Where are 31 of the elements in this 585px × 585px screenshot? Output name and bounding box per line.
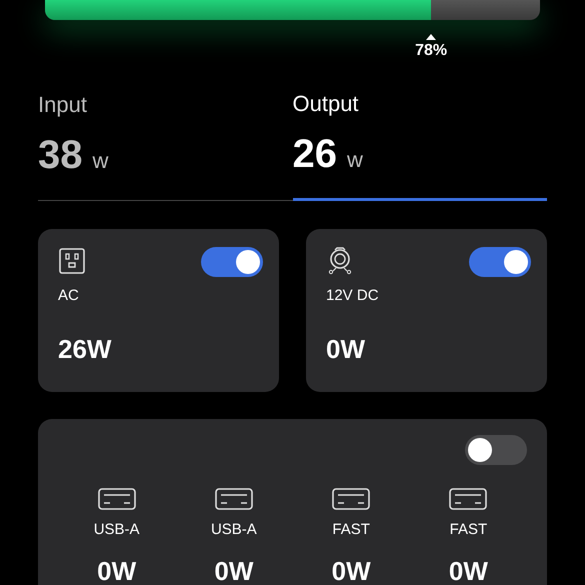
toggle-switch[interactable] [465,435,527,465]
power-value: 26 [292,132,337,176]
port-label: 12V DC [326,286,379,306]
usb-port-icon [332,488,370,510]
tab-label: Output [292,90,359,118]
toggle-switch[interactable] [469,247,531,277]
power-value: 0W [214,555,254,585]
toggle-switch[interactable] [201,247,263,277]
port-label: AC [58,286,79,306]
power-value: 0W [97,555,136,585]
unit-label: w [347,146,363,174]
unit-label: w [92,147,108,175]
usb-port-icon [98,488,136,510]
outlet-icon [58,247,86,275]
port-label: USB-A [94,520,140,540]
power-value: 0W [332,555,371,585]
tab[interactable]: Output 26 w [292,87,547,201]
port-label: FAST [450,520,488,540]
port-label: FAST [332,520,370,540]
battery-percent: 78% [415,42,448,60]
round-socket-icon [326,247,354,275]
power-value: 0W [448,555,488,585]
power-value: 26W [58,333,112,366]
tab-label: Input [38,91,87,119]
usb-port-icon [449,488,488,510]
level-marker-icon [426,34,436,40]
power-value: 0W [326,333,365,366]
port-label: USB-A [210,520,257,540]
power-value: 38 [38,133,82,177]
tab[interactable]: Input 38 w [38,87,292,201]
usb-port-icon [214,488,253,510]
